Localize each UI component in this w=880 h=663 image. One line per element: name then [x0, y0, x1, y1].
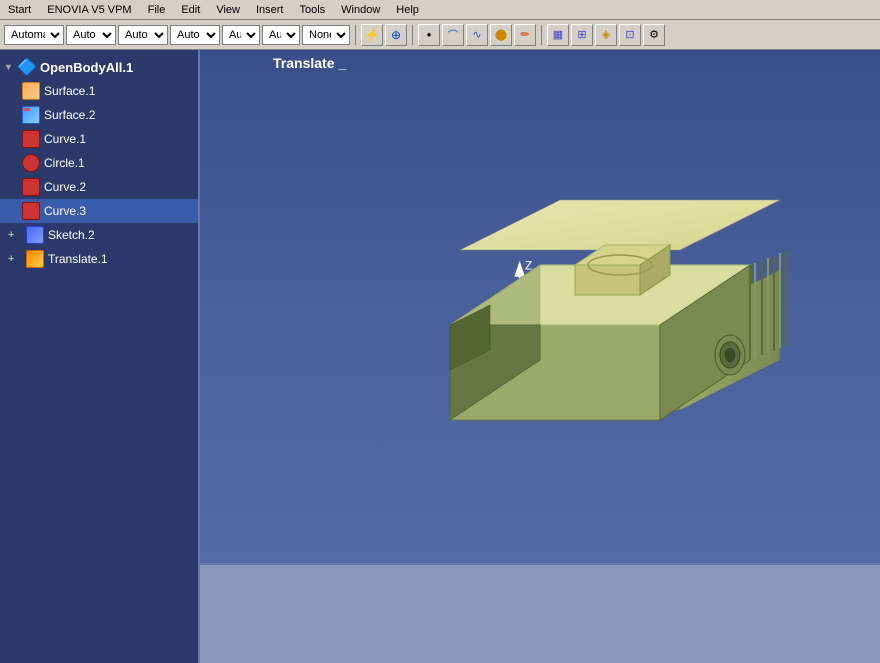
circle-tool-icon: ⬤ — [495, 28, 507, 41]
3d-icon: ◈ — [602, 28, 610, 41]
tree-item-sketch2-label: Sketch.2 — [48, 228, 95, 242]
curve1-icon — [22, 130, 40, 148]
3d-object — [400, 150, 820, 470]
toolbar-btn-circle[interactable]: ⬤ — [490, 24, 512, 46]
tree-item-circle1[interactable]: Circle.1 — [0, 151, 198, 175]
tree-item-translate1-label: Translate.1 — [48, 252, 108, 266]
curve3-icon — [22, 202, 40, 220]
toolbar-btn-arc[interactable]: ⌒ — [442, 24, 464, 46]
toolbar-separator-3 — [541, 25, 542, 45]
root-expand-icon: ▼ — [4, 62, 14, 72]
arc-icon: ⌒ — [448, 27, 459, 43]
menu-start[interactable]: Start — [0, 2, 39, 18]
toolbar-btn-box[interactable]: ▦ — [547, 24, 569, 46]
translate1-icon — [26, 250, 44, 268]
menu-help[interactable]: Help — [388, 2, 427, 18]
curve2-icon — [22, 178, 40, 196]
menu-tools[interactable]: Tools — [291, 2, 333, 18]
toolbar-btn-grid[interactable]: ⊞ — [571, 24, 593, 46]
menu-edit[interactable]: Edit — [173, 2, 208, 18]
menu-bar: Start ENOVIA V5 VPM File Edit View Inser… — [0, 0, 880, 20]
toolbar-select-automa[interactable]: Automa — [4, 25, 64, 45]
toolbar-select-aut1[interactable]: Aut — [222, 25, 260, 45]
toolbar-select-aut2[interactable]: Aut — [262, 25, 300, 45]
tree-root[interactable]: ▼ 🔷 OpenBodyAll.1 — [0, 55, 198, 79]
open-body-icon: 🔷 — [18, 58, 36, 76]
toolbar-btn-wave[interactable]: ∿ — [466, 24, 488, 46]
box-icon: ▦ — [553, 28, 563, 41]
tree-item-curve3-label: Curve.3 — [44, 204, 86, 218]
main-area: ▼ 🔷 OpenBodyAll.1 Surface.1 Surface.2 Cu… — [0, 50, 880, 663]
tree-item-surface2[interactable]: Surface.2 — [0, 103, 198, 127]
toolbar-btn-mesh[interactable]: ⊡ — [619, 24, 641, 46]
snap-icon: ⊕ — [391, 28, 401, 42]
toolbar-select-none[interactable]: None — [302, 25, 350, 45]
tree-item-curve1-label: Curve.1 — [44, 132, 86, 146]
toolbar-btn-snap[interactable]: ⊕ — [385, 24, 407, 46]
menu-view[interactable]: View — [208, 2, 248, 18]
tree-item-sketch2[interactable]: + Sketch.2 — [0, 223, 198, 247]
menu-enovia[interactable]: ENOVIA V5 VPM — [39, 2, 139, 18]
surface1-icon — [22, 82, 40, 100]
sketch2-plus-icon: + — [8, 229, 20, 241]
settings-icon: ⚙ — [649, 28, 659, 41]
wave-icon: ∿ — [472, 28, 481, 41]
surface2-icon — [22, 106, 40, 124]
dot-icon: ● — [427, 30, 432, 39]
tree-item-circle1-label: Circle.1 — [44, 156, 85, 170]
tree-item-surface2-label: Surface.2 — [44, 108, 95, 122]
menu-insert[interactable]: Insert — [248, 2, 292, 18]
toolbar-btn-dot[interactable]: ● — [418, 24, 440, 46]
toolbar-btn-pencil[interactable]: ✏ — [514, 24, 536, 46]
tree-item-surface1[interactable]: Surface.1 — [0, 79, 198, 103]
magic-wand-icon: ⚡ — [364, 27, 380, 43]
translate-label: Translate _ — [273, 55, 346, 71]
translate1-plus-icon: + — [8, 253, 20, 265]
tree-panel: ▼ 🔷 OpenBodyAll.1 Surface.1 Surface.2 Cu… — [0, 50, 200, 663]
toolbar: Automa Auto Auto Auto Aut Aut None ⚡ ⊕ ●… — [0, 20, 880, 50]
tree-item-curve2[interactable]: Curve.2 — [0, 175, 198, 199]
toolbar-separator-1 — [355, 25, 356, 45]
tree-item-surface1-label: Surface.1 — [44, 84, 95, 98]
tree-item-curve2-label: Curve.2 — [44, 180, 86, 194]
menu-window[interactable]: Window — [333, 2, 388, 18]
grid-icon: ⊞ — [577, 28, 586, 41]
pencil-icon: ✏ — [520, 28, 529, 41]
toolbar-btn-magic[interactable]: ⚡ — [361, 24, 383, 46]
toolbar-btn-settings[interactable]: ⚙ — [643, 24, 665, 46]
circle1-icon — [22, 154, 40, 172]
toolbar-select-auto3[interactable]: Auto — [170, 25, 220, 45]
tree-item-curve1[interactable]: Curve.1 — [0, 127, 198, 151]
status-area — [200, 563, 880, 663]
toolbar-btn-3d[interactable]: ◈ — [595, 24, 617, 46]
tree-item-translate1[interactable]: + Translate.1 — [0, 247, 198, 271]
tree-item-curve3[interactable]: Curve.3 — [0, 199, 198, 223]
sketch2-icon — [26, 226, 44, 244]
toolbar-select-auto1[interactable]: Auto — [66, 25, 116, 45]
mesh-icon: ⊡ — [625, 28, 634, 41]
toolbar-select-auto2[interactable]: Auto — [118, 25, 168, 45]
toolbar-separator-2 — [412, 25, 413, 45]
viewport[interactable]: Z Y — [200, 50, 880, 663]
menu-file[interactable]: File — [140, 2, 174, 18]
tree-root-label: OpenBodyAll.1 — [40, 60, 133, 75]
